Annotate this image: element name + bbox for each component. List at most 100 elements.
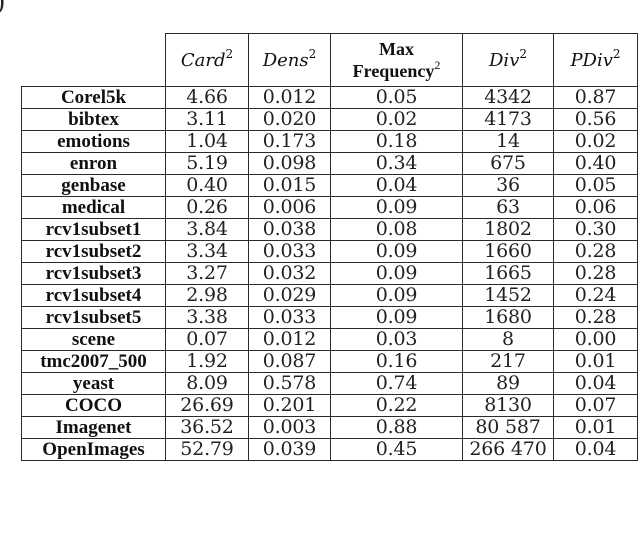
- header-max-frequency: Max Frequency2: [330, 33, 463, 87]
- pdiv-cell: 0.06: [553, 196, 638, 219]
- table-row: OpenImages 52.79 0.039 0.45 266 470 0.04: [21, 438, 638, 461]
- max-frequency-cell: 0.74: [330, 372, 463, 395]
- card-cell: 0.07: [165, 328, 249, 351]
- card-cell: 0.40: [165, 174, 249, 197]
- table-row: bibtex 3.11 0.020 0.02 4173 0.56: [21, 108, 638, 131]
- max-frequency-cell: 0.22: [330, 394, 463, 417]
- card-cell: 2.98: [165, 284, 249, 307]
- card-cell: 52.79: [165, 438, 249, 461]
- max-frequency-cell: 0.09: [330, 284, 463, 307]
- div-cell: 63: [462, 196, 554, 219]
- table-row: rcv1subset4 2.98 0.029 0.09 1452 0.24: [21, 284, 638, 307]
- dens-cell: 0.201: [248, 394, 331, 417]
- dataset-name-cell: rcv1subset2: [21, 240, 166, 263]
- dens-cell: 0.032: [248, 262, 331, 285]
- table-row: yeast 8.09 0.578 0.74 89 0.04: [21, 372, 638, 395]
- table-body: Corel5k 4.66 0.012 0.05 4342 0.87 bibtex 3.11 0.…: [21, 86, 638, 461]
- dens-cell: 0.033: [248, 306, 331, 329]
- div-cell: 89: [462, 372, 554, 395]
- header-div-text: Div2: [489, 46, 527, 71]
- dataset-statistics-table: Card2 Dens2 Max Frequency2 Div2 PDiv2 Cor…: [21, 33, 638, 461]
- div-cell: 675: [462, 152, 554, 175]
- max-frequency-cell: 0.18: [330, 130, 463, 153]
- dataset-name-cell: rcv1subset4: [21, 284, 166, 307]
- div-cell: 1680: [462, 306, 554, 329]
- caption-paren-fragment: ): [0, 0, 5, 16]
- pdiv-cell: 0.02: [553, 130, 638, 153]
- max-frequency-cell: 0.16: [330, 350, 463, 373]
- dens-cell: 0.012: [248, 328, 331, 351]
- pdiv-cell: 0.04: [553, 372, 638, 395]
- dens-cell: 0.029: [248, 284, 331, 307]
- pdiv-cell: 0.28: [553, 240, 638, 263]
- card-cell: 0.26: [165, 196, 249, 219]
- pdiv-cell: 0.01: [553, 350, 638, 373]
- header-dens: Dens2: [248, 33, 331, 87]
- div-cell: 266 470: [462, 438, 554, 461]
- card-cell: 36.52: [165, 416, 249, 439]
- div-cell: 4342: [462, 86, 554, 109]
- div-cell: 14: [462, 130, 554, 153]
- dataset-name-cell: rcv1subset3: [21, 262, 166, 285]
- card-cell: 3.34: [165, 240, 249, 263]
- dataset-name-cell: Corel5k: [21, 86, 166, 109]
- dens-cell: 0.098: [248, 152, 331, 175]
- card-cell: 4.66: [165, 86, 249, 109]
- div-cell: 217: [462, 350, 554, 373]
- div-cell: 1802: [462, 218, 554, 241]
- table-header: Card2 Dens2 Max Frequency2 Div2 PDiv2: [21, 33, 638, 87]
- pdiv-cell: 0.01: [553, 416, 638, 439]
- max-frequency-cell: 0.09: [330, 240, 463, 263]
- max-frequency-cell: 0.02: [330, 108, 463, 131]
- dataset-name-cell: yeast: [21, 372, 166, 395]
- header-max-frequency-text: Max Frequency2: [352, 39, 441, 81]
- dataset-name-cell: tmc2007_500: [21, 350, 166, 373]
- div-cell: 1660: [462, 240, 554, 263]
- table-row: enron 5.19 0.098 0.34 675 0.40: [21, 152, 638, 175]
- dens-cell: 0.033: [248, 240, 331, 263]
- header-corner-empty: [21, 33, 166, 87]
- dataset-name-cell: enron: [21, 152, 166, 175]
- dataset-name-cell: COCO: [21, 394, 166, 417]
- dens-cell: 0.006: [248, 196, 331, 219]
- dataset-name-cell: genbase: [21, 174, 166, 197]
- max-frequency-cell: 0.09: [330, 262, 463, 285]
- pdiv-cell: 0.87: [553, 86, 638, 109]
- div-cell: 8: [462, 328, 554, 351]
- pdiv-cell: 0.05: [553, 174, 638, 197]
- card-cell: 3.38: [165, 306, 249, 329]
- pdiv-cell: 0.04: [553, 438, 638, 461]
- dens-cell: 0.039: [248, 438, 331, 461]
- table-row: rcv1subset1 3.84 0.038 0.08 1802 0.30: [21, 218, 638, 241]
- pdiv-cell: 0.28: [553, 306, 638, 329]
- max-frequency-cell: 0.08: [330, 218, 463, 241]
- card-cell: 3.84: [165, 218, 249, 241]
- card-cell: 26.69: [165, 394, 249, 417]
- card-cell: 3.11: [165, 108, 249, 131]
- dens-cell: 0.038: [248, 218, 331, 241]
- max-frequency-cell: 0.09: [330, 196, 463, 219]
- div-cell: 4173: [462, 108, 554, 131]
- max-frequency-cell: 0.05: [330, 86, 463, 109]
- table-row: rcv1subset2 3.34 0.033 0.09 1660 0.28: [21, 240, 638, 263]
- card-cell: 5.19: [165, 152, 249, 175]
- dataset-name-cell: rcv1subset5: [21, 306, 166, 329]
- pdiv-cell: 0.30: [553, 218, 638, 241]
- card-cell: 1.92: [165, 350, 249, 373]
- header-dens-text: Dens2: [262, 46, 317, 71]
- dataset-name-cell: scene: [21, 328, 166, 351]
- card-cell: 8.09: [165, 372, 249, 395]
- card-cell: 3.27: [165, 262, 249, 285]
- dataset-name-cell: Imagenet: [21, 416, 166, 439]
- card-cell: 1.04: [165, 130, 249, 153]
- max-frequency-cell: 0.34: [330, 152, 463, 175]
- dens-cell: 0.003: [248, 416, 331, 439]
- table-row: Corel5k 4.66 0.012 0.05 4342 0.87: [21, 86, 638, 109]
- pdiv-cell: 0.56: [553, 108, 638, 131]
- max-frequency-cell: 0.09: [330, 306, 463, 329]
- table-row: tmc2007_500 1.92 0.087 0.16 217 0.01: [21, 350, 638, 373]
- header-pdiv-text: PDiv2: [570, 46, 621, 71]
- pdiv-cell: 0.00: [553, 328, 638, 351]
- max-frequency-cell: 0.88: [330, 416, 463, 439]
- pdiv-cell: 0.28: [553, 262, 638, 285]
